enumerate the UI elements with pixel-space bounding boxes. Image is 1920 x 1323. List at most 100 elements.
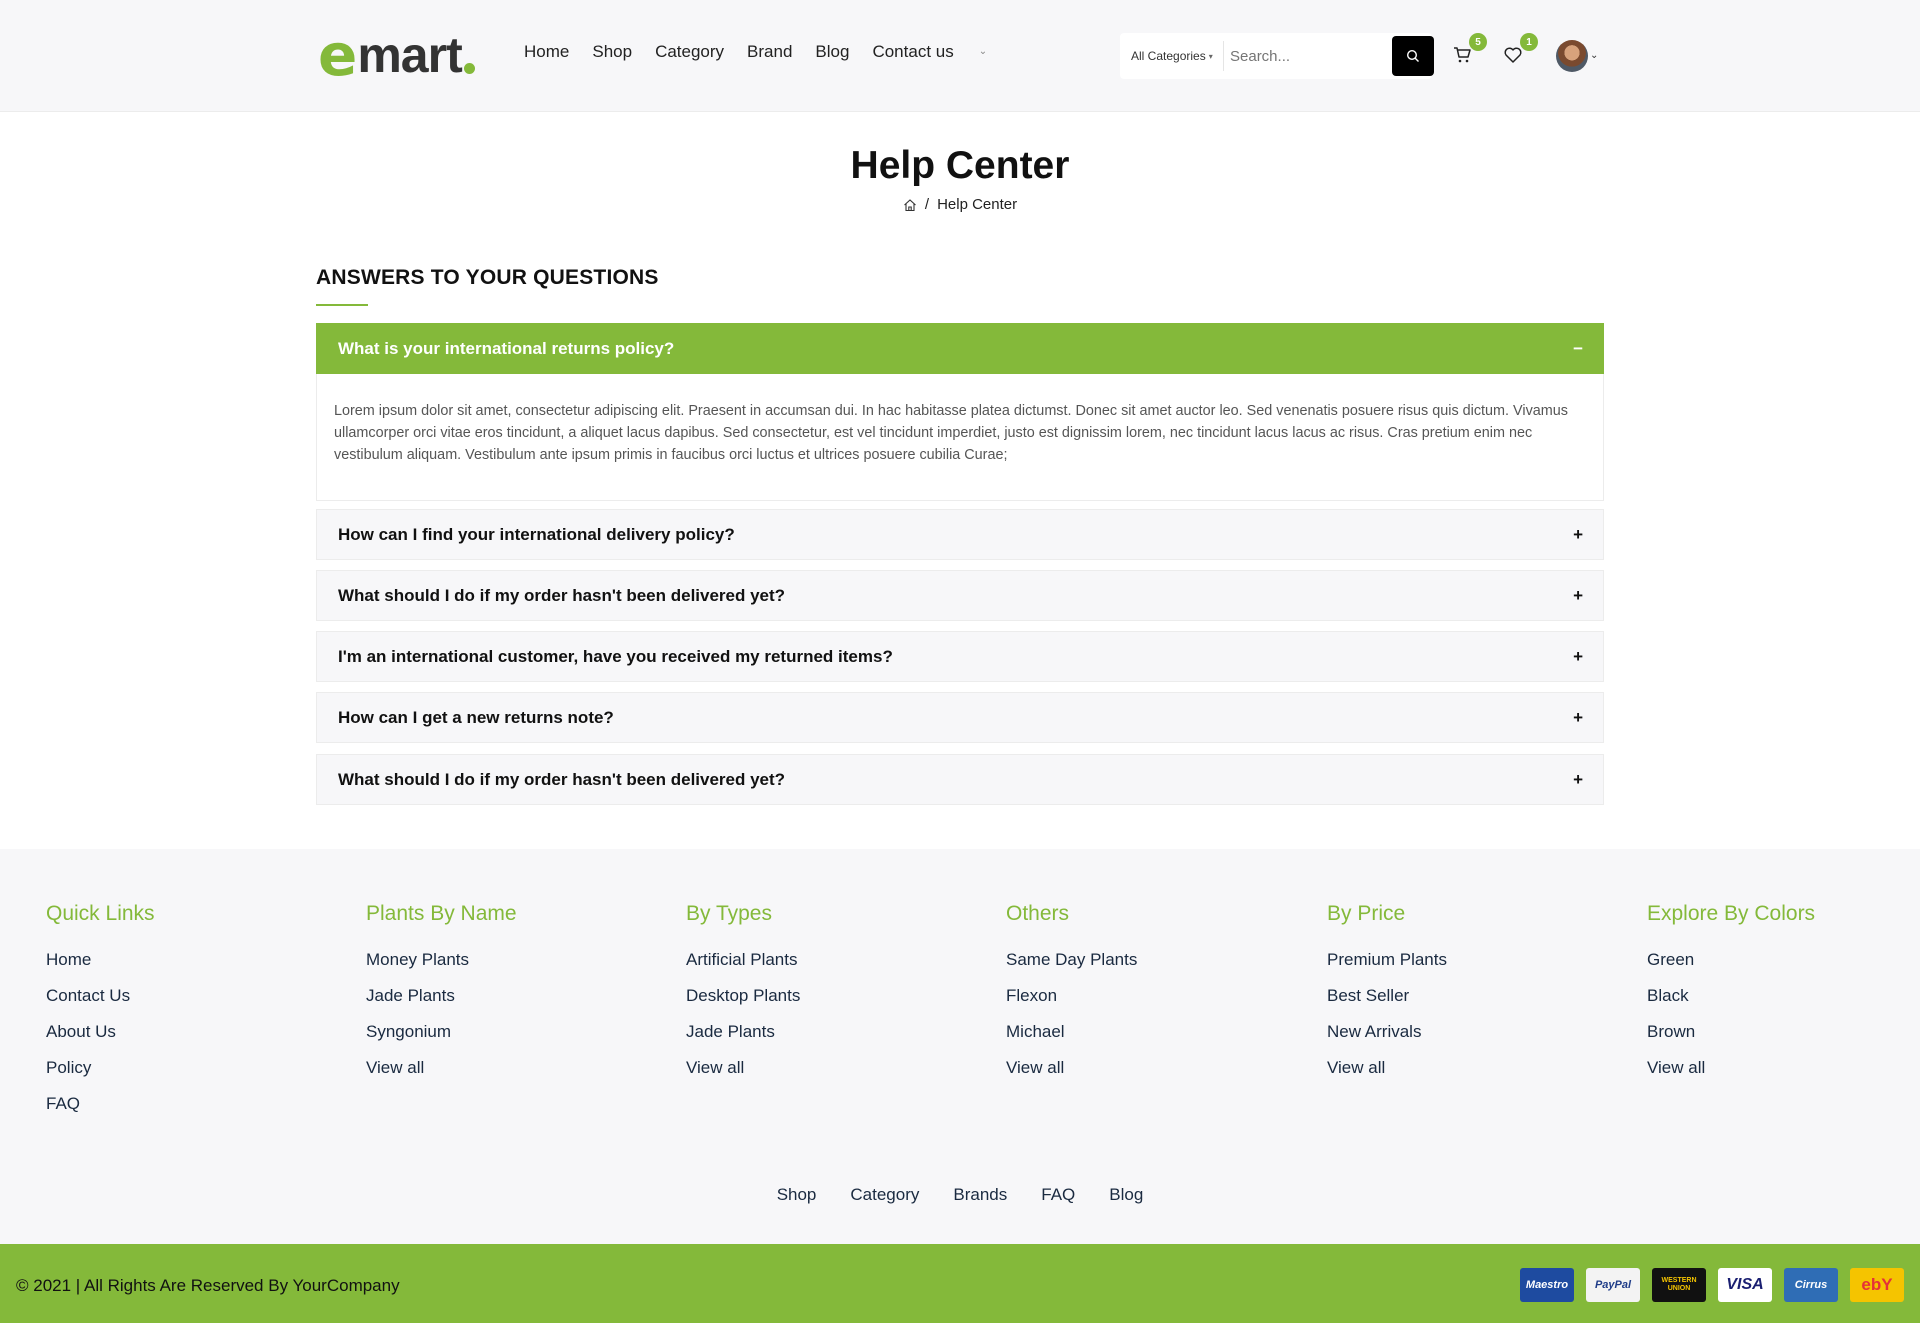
faq-item: I'm an international customer, have you … (316, 631, 1604, 682)
user-avatar[interactable] (1556, 40, 1588, 72)
faq-question: How can I get a new returns note? (338, 707, 614, 727)
wishlist-button[interactable]: 1 (1500, 33, 1538, 68)
faq-item: How can I find your international delive… (316, 509, 1604, 560)
breadcrumb-current: Help Center (937, 196, 1018, 213)
footer-column-title: Others (1006, 902, 1070, 925)
faq-question: How can I find your international delive… (338, 524, 735, 544)
faq-item: How can I get a new returns note? + (316, 692, 1604, 743)
footer-link[interactable]: Green (1647, 950, 1815, 970)
footer-link[interactable]: Best Seller (1327, 986, 1447, 1006)
footer-link[interactable]: FAQ (46, 1094, 155, 1114)
footer-link[interactable]: Policy (46, 1058, 155, 1078)
nav-home[interactable]: Home (524, 42, 569, 62)
visa-icon: VISA (1718, 1268, 1772, 1302)
faq-question-header[interactable]: What is your international returns polic… (316, 323, 1604, 374)
minus-icon[interactable]: − (1573, 339, 1583, 359)
footer-link-brands[interactable]: Brands (953, 1185, 1007, 1205)
footer-column-title: By Price (1327, 902, 1406, 925)
footer-link[interactable]: Jade Plants (686, 1022, 800, 1042)
heading-underline (316, 304, 368, 306)
plus-icon[interactable]: + (1573, 647, 1583, 667)
faq-question-header[interactable]: How can I find your international delive… (316, 509, 1604, 560)
footer-link[interactable]: Flexon (1006, 986, 1137, 1006)
site-logo[interactable]: e mart (318, 21, 475, 89)
footer-link[interactable]: Jade Plants (366, 986, 517, 1006)
breadcrumb: / Help Center (0, 196, 1920, 213)
footer-column-plants-by-name: Plants By Name Money Plants Jade Plants … (366, 902, 517, 1094)
category-select-value: All Categories (1131, 49, 1206, 63)
nav-category[interactable]: Category (655, 42, 724, 62)
faq-question-header[interactable]: What should I do if my order hasn't been… (316, 754, 1604, 805)
footer-link-faq[interactable]: FAQ (1041, 1185, 1075, 1205)
footer-link[interactable]: Money Plants (366, 950, 517, 970)
category-select[interactable]: All Categories ▾ (1120, 41, 1224, 71)
footer-link[interactable]: View all (1647, 1058, 1815, 1078)
nav-brand[interactable]: Brand (747, 42, 792, 62)
footer-link[interactable]: Black (1647, 986, 1815, 1006)
search-bar: All Categories ▾ (1120, 33, 1434, 79)
footer-link[interactable]: About Us (46, 1022, 155, 1042)
plus-icon[interactable]: + (1573, 525, 1583, 545)
ebay-icon: ebY (1850, 1268, 1904, 1302)
nav-blog[interactable]: Blog (815, 42, 849, 62)
faq-item-open: What is your international returns polic… (316, 323, 1604, 501)
search-button[interactable] (1392, 36, 1434, 76)
footer-link-shop[interactable]: Shop (777, 1185, 817, 1205)
footer-column-explore-by-colors: Explore By Colors Green Black Brown View… (1647, 902, 1815, 1094)
logo-dot (463, 63, 475, 74)
footer-link[interactable]: Desktop Plants (686, 986, 800, 1006)
footer-link-blog[interactable]: Blog (1109, 1185, 1143, 1205)
faq-question-header[interactable]: How can I get a new returns note? + (316, 692, 1604, 743)
footer-link[interactable]: Premium Plants (1327, 950, 1447, 970)
faq-question: What is your international returns polic… (338, 338, 675, 358)
nav-contact[interactable]: Contact us (872, 42, 953, 62)
footer-bottom-links: Shop Category Brands FAQ Blog (0, 1185, 1920, 1205)
footer-column-title: Quick Links (46, 902, 155, 925)
plus-icon[interactable]: + (1573, 770, 1583, 790)
account-chevron-icon[interactable]: ⌄ (1590, 50, 1598, 61)
footer-link[interactable]: Contact Us (46, 986, 155, 1006)
search-input[interactable] (1224, 47, 1386, 65)
footer-link[interactable]: View all (1006, 1058, 1137, 1078)
plus-icon[interactable]: + (1573, 708, 1583, 728)
faq-question-header[interactable]: What should I do if my order hasn't been… (316, 570, 1604, 621)
footer-link[interactable]: New Arrivals (1327, 1022, 1447, 1042)
nav-shop[interactable]: Shop (592, 42, 632, 62)
footer-column-title: Explore By Colors (1647, 902, 1816, 925)
cart-count-badge: 5 (1469, 33, 1487, 51)
footer-link[interactable]: Home (46, 950, 155, 970)
cart-icon (1454, 47, 1471, 63)
logo-text: mart (357, 27, 462, 83)
footer-column-quick-links: Quick Links Home Contact Us About Us Pol… (46, 902, 155, 1130)
heart-icon (1504, 47, 1522, 63)
faq-question: What should I do if my order hasn't been… (338, 585, 786, 605)
footer-link[interactable]: View all (366, 1058, 517, 1078)
footer-link-category[interactable]: Category (850, 1185, 919, 1205)
logo-letter: e (318, 21, 358, 89)
faq-heading: ANSWERS TO YOUR QUESTIONS (316, 266, 659, 289)
page-title: Help Center (850, 144, 1070, 187)
footer-link[interactable]: Same Day Plants (1006, 950, 1137, 970)
maestro-icon: Maestro (1520, 1268, 1574, 1302)
footer-link[interactable]: Syngonium (366, 1022, 517, 1042)
footer-column-by-price: By Price Premium Plants Best Seller New … (1327, 902, 1447, 1094)
footer-link[interactable]: Artificial Plants (686, 950, 800, 970)
home-icon[interactable] (903, 198, 917, 212)
footer-link[interactable]: View all (686, 1058, 800, 1078)
cart-button[interactable]: 5 (1449, 33, 1487, 68)
payment-methods: Maestro PayPal WESTERN UNION VISA Cirrus… (1520, 1268, 1904, 1302)
footer-column-others: Others Same Day Plants Flexon Michael Vi… (1006, 902, 1137, 1094)
wishlist-count-badge: 1 (1520, 33, 1538, 51)
faq-question-header[interactable]: I'm an international customer, have you … (316, 631, 1604, 682)
copyright: © 2021 | All Rights Are Reserved By Your… (16, 1276, 400, 1295)
footer-column-title: Plants By Name (366, 902, 517, 925)
nav-more-chevron-icon[interactable]: ⌄ (979, 46, 987, 62)
footer-link[interactable]: Michael (1006, 1022, 1137, 1042)
plus-icon[interactable]: + (1573, 586, 1583, 606)
search-icon (1406, 49, 1419, 62)
chevron-down-icon: ▾ (1208, 51, 1213, 61)
footer-link[interactable]: View all (1327, 1058, 1447, 1078)
paypal-icon: PayPal (1586, 1268, 1640, 1302)
cirrus-icon: Cirrus (1784, 1268, 1838, 1302)
footer-link[interactable]: Brown (1647, 1022, 1815, 1042)
